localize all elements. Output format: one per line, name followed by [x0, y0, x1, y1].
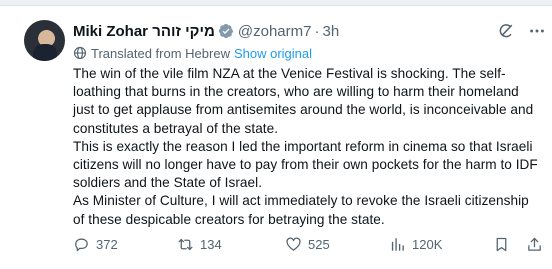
share-button[interactable]	[526, 234, 549, 254]
verified-badge-icon	[218, 23, 234, 39]
author-handle[interactable]: @zoharm7	[238, 23, 312, 40]
tweet[interactable]: Miki Zohar מיקי זוהר @zoharm7 · 3h Trans…	[0, 6, 552, 269]
action-bar: 372 134 525 120K	[73, 234, 543, 254]
tweet-text: The win of the vile film NZA at the Veni…	[73, 65, 543, 229]
bookmark-icon	[496, 237, 507, 251]
tweet-paragraph-3: As Minister of Culture, I will act immed…	[73, 193, 529, 227]
views-count: 120K	[412, 236, 443, 252]
author-name[interactable]: Miki Zohar	[73, 23, 148, 40]
tweet-timestamp[interactable]: 3h	[322, 23, 339, 40]
like-icon	[286, 237, 301, 251]
translated-label: Translated from Hebrew	[91, 45, 230, 61]
tweet-paragraph-1: The win of the vile film NZA at the Veni…	[73, 66, 534, 136]
author-display-name[interactable]: Miki Zohar מיקי זוהר	[73, 23, 215, 40]
bookmark-button[interactable]	[493, 234, 516, 254]
share-icon	[528, 237, 541, 251]
reply-count: 372	[96, 236, 118, 252]
retweet-button[interactable]: 134	[177, 234, 222, 254]
more-icon[interactable]	[528, 22, 546, 40]
reply-button[interactable]: 372	[73, 234, 118, 254]
author-name-hebrew[interactable]: מיקי זוהר	[152, 23, 215, 40]
show-original-link[interactable]: Show original	[234, 46, 312, 61]
globe-icon	[73, 46, 87, 60]
views-button[interactable]: 120K	[389, 234, 442, 254]
views-icon	[391, 237, 404, 251]
translation-notice: Translated from Hebrew Show original	[73, 45, 312, 61]
grok-icon[interactable]	[497, 22, 515, 40]
avatar[interactable]	[24, 20, 65, 61]
retweet-icon	[178, 238, 193, 250]
tweet-paragraph-2: This is exactly the reason I led the imp…	[73, 138, 538, 191]
reply-icon	[75, 238, 88, 251]
separator-dot: ·	[314, 22, 320, 40]
tweet-header: Miki Zohar מיקי זוהר @zoharm7 · 3h	[73, 21, 339, 41]
like-count: 525	[308, 236, 330, 252]
retweet-count: 134	[200, 236, 222, 252]
like-button[interactable]: 525	[285, 234, 330, 254]
